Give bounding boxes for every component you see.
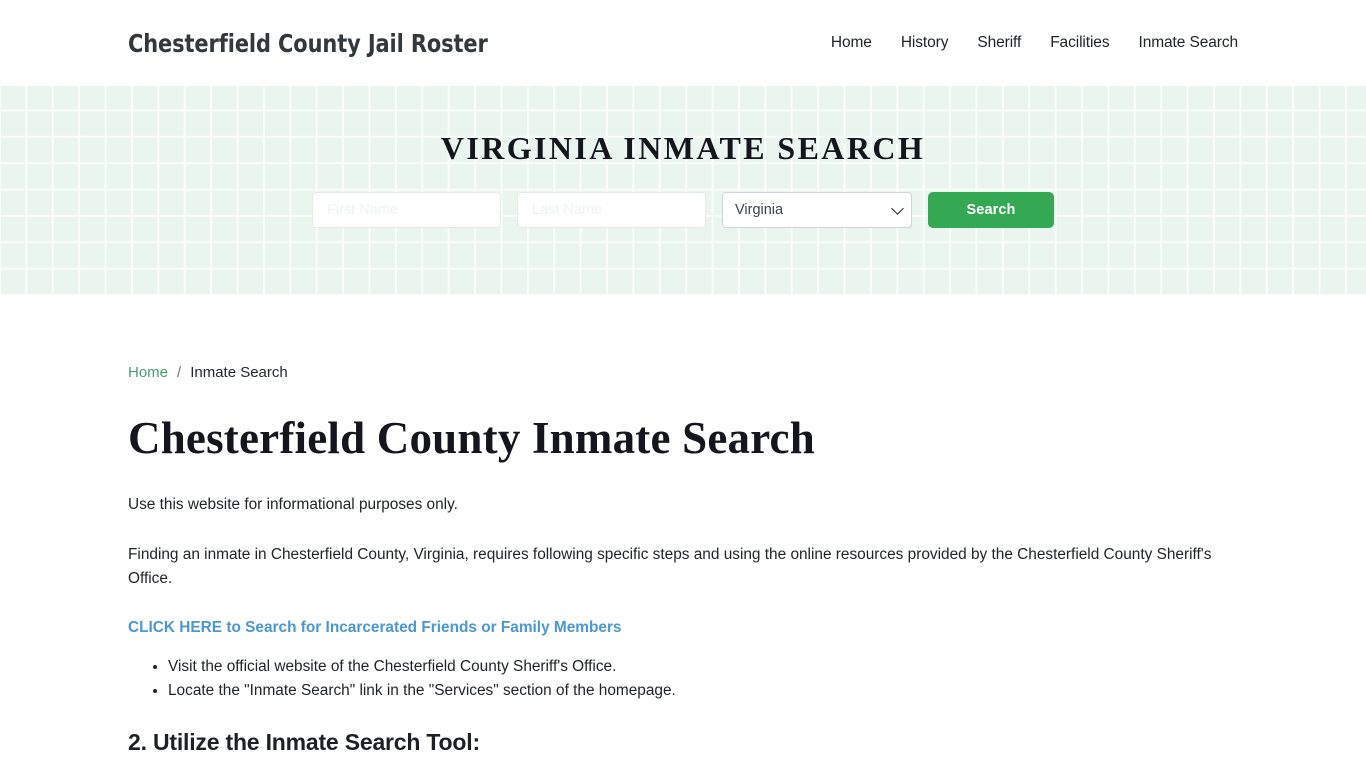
breadcrumb-separator: / bbox=[177, 364, 182, 381]
breadcrumb: Home / Inmate Search bbox=[128, 295, 1238, 380]
cta-search-link[interactable]: CLICK HERE to Search for Incarcerated Fr… bbox=[128, 617, 622, 639]
intro-paragraph: Use this website for informational purpo… bbox=[128, 495, 458, 513]
breadcrumb-home-link[interactable]: Home bbox=[128, 365, 168, 380]
nav-item-facilities[interactable]: Facilities bbox=[1050, 34, 1109, 52]
state-select-wrapper: Virginia bbox=[722, 192, 912, 228]
site-brand-link[interactable]: Chesterfield County Jail Roster bbox=[128, 29, 488, 58]
nav-item-history[interactable]: History bbox=[901, 34, 949, 52]
list-item: Visit the official website of the Cheste… bbox=[168, 655, 1238, 679]
section-title: 2. Utilize the Inmate Search Tool: bbox=[128, 728, 480, 755]
inmate-search-form: Virginia Search bbox=[312, 192, 1054, 228]
nav-item-inmate-search[interactable]: Inmate Search bbox=[1138, 34, 1238, 52]
site-header: Chesterfield County Jail Roster Home His… bbox=[0, 0, 1366, 86]
state-select[interactable]: Virginia bbox=[722, 192, 912, 228]
hero-title: VIRGINIA INMATE SEARCH bbox=[440, 130, 926, 166]
main-navigation: Home History Sheriff Facilities Inmate S… bbox=[831, 34, 1238, 52]
list-item: Locate the "Inmate Search" link in the "… bbox=[168, 679, 1238, 703]
nav-item-sheriff[interactable]: Sheriff bbox=[977, 34, 1021, 52]
breadcrumb-current: Inmate Search bbox=[190, 364, 288, 381]
steps-list: Visit the official website of the Cheste… bbox=[128, 655, 1238, 703]
first-name-input[interactable] bbox=[312, 192, 501, 228]
last-name-input[interactable] bbox=[517, 192, 706, 228]
description-paragraph: Finding an inmate in Chesterfield County… bbox=[128, 545, 1212, 587]
hero-search-banner: VIRGINIA INMATE SEARCH Virginia Search bbox=[0, 86, 1366, 295]
page-title: Chesterfield County Inmate Search bbox=[128, 413, 815, 463]
nav-item-home[interactable]: Home bbox=[831, 34, 872, 52]
main-content: Home / Inmate Search Chesterfield County… bbox=[0, 295, 1366, 768]
search-button[interactable]: Search bbox=[928, 192, 1054, 228]
